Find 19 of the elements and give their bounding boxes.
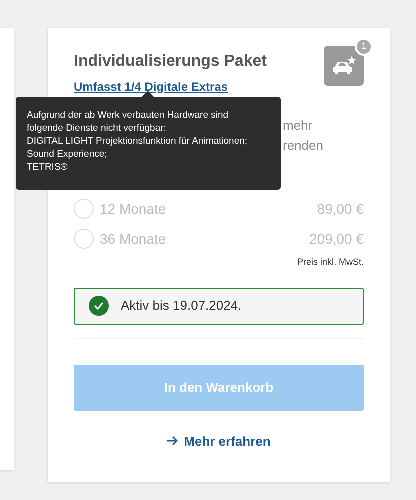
tooltip-text: Sound Experience; (27, 148, 108, 161)
tooltip-text: TETRIS® (27, 161, 69, 174)
price-note: Preis inkl. MwSt. (297, 256, 364, 269)
extras-link[interactable]: Umfasst 1/4 Digitale Extras (74, 78, 267, 96)
more-link[interactable]: Mehr erfahren (167, 432, 271, 451)
count-badge: 1 (355, 38, 373, 56)
car-star-icon (331, 55, 357, 77)
option-label: 12 Monate (100, 200, 166, 218)
check-icon (89, 296, 109, 316)
arrow-icon (167, 436, 178, 446)
description-text: renden (283, 137, 324, 155)
option-price: 89,00 € (317, 200, 364, 218)
tooltip-text: Aufgrund der ab Werk verbauten Hardware sind folgende Dienste nicht verfügbar: (27, 109, 230, 135)
status-text: Aktiv bis 19.07.2024. (121, 297, 242, 316)
tooltip-text: DIGITAL LIGHT Projektionsfunktion für Animationen; (27, 135, 249, 148)
option-price: 209,00 € (310, 230, 364, 248)
option-label: 36 Monate (100, 230, 166, 248)
description-text: mehr (283, 117, 314, 135)
package-title: Individualisierungs Paket (74, 52, 267, 72)
